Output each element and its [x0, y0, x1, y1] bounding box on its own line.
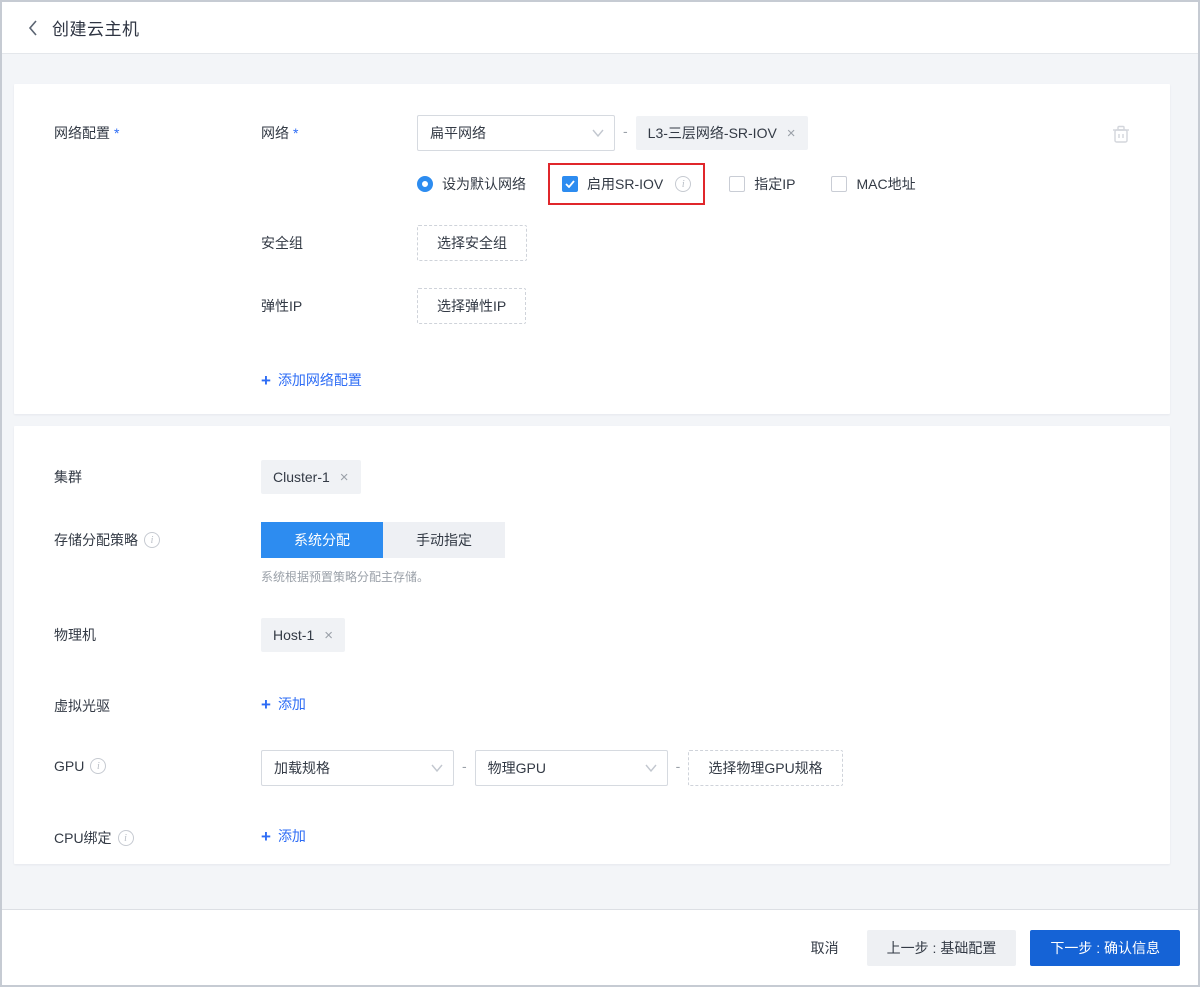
- separator-dash: -: [454, 750, 475, 774]
- prev-step-button[interactable]: 上一步 : 基础配置: [867, 930, 1017, 966]
- cluster-tag: Cluster-1 ×: [261, 460, 361, 494]
- cpu-pinning-info-icon[interactable]: i: [118, 830, 134, 846]
- storage-policy-label: 存储分配策略 i: [54, 522, 261, 550]
- back-icon[interactable]: [23, 18, 43, 38]
- network-row: 网络配置* 网络* 扁平网络 - L3-三层网络-SR-IOV ×: [54, 115, 1130, 151]
- add-network-row: + 添加网络配置: [54, 370, 1130, 390]
- wizard-footer: 取消 上一步 : 基础配置 下一步 : 确认信息: [2, 909, 1198, 985]
- storage-policy-hint: 系统根据预置策略分配主存储。: [261, 568, 505, 585]
- gpu-type-value: 物理GPU: [488, 758, 546, 778]
- mac-address-checkbox[interactable]: [831, 176, 847, 192]
- sriov-info-icon[interactable]: i: [675, 176, 691, 192]
- eip-row: 弹性IP 选择弹性IP: [54, 288, 1130, 324]
- selected-network-tag-label: L3-三层网络-SR-IOV: [648, 123, 777, 143]
- cancel-button[interactable]: 取消: [797, 930, 853, 966]
- specify-ip-checkbox-group[interactable]: 指定IP: [729, 174, 795, 194]
- host-tag-label: Host-1: [273, 627, 314, 643]
- gpu-label: GPU i: [54, 750, 261, 774]
- mac-address-checkbox-group[interactable]: MAC地址: [831, 174, 915, 194]
- default-network-radio-group[interactable]: 设为默认网络: [417, 174, 526, 194]
- chevron-down-icon: [592, 129, 604, 137]
- network-type-value: 扁平网络: [430, 123, 486, 143]
- network-label: 网络*: [261, 115, 417, 143]
- select-security-group-button[interactable]: 选择安全组: [417, 225, 527, 261]
- cdrom-label: 虚拟光驱: [54, 688, 261, 716]
- page-header: 创建云主机: [2, 2, 1198, 54]
- remove-network-tag-icon[interactable]: ×: [787, 126, 796, 141]
- cpu-pinning-row: CPU绑定 i + 添加: [54, 820, 1130, 848]
- plus-icon: +: [261, 696, 271, 713]
- required-mark: *: [293, 125, 298, 141]
- gpu-row: GPU i 加载规格 - 物理GPU - 选择物理GPU规格: [54, 750, 1130, 786]
- default-network-radio[interactable]: [417, 176, 433, 192]
- plus-icon: +: [261, 828, 271, 845]
- default-network-label[interactable]: 设为默认网络: [442, 174, 526, 194]
- next-step-button[interactable]: 下一步 : 确认信息: [1030, 930, 1180, 966]
- sriov-label[interactable]: 启用SR-IOV: [587, 174, 663, 194]
- cpu-pinning-label: CPU绑定 i: [54, 820, 261, 848]
- selected-network-tag: L3-三层网络-SR-IOV ×: [636, 116, 808, 150]
- security-group-label: 安全组: [261, 225, 417, 253]
- network-type-select[interactable]: 扁平网络: [417, 115, 615, 151]
- security-group-row: 安全组 选择安全组: [54, 225, 1130, 261]
- host-row: 物理机 Host-1 ×: [54, 617, 1130, 652]
- gpu-mode-select[interactable]: 加载规格: [261, 750, 454, 786]
- host-label: 物理机: [54, 617, 261, 645]
- tab-system-allocate[interactable]: 系统分配: [261, 522, 383, 558]
- delete-network-config-icon[interactable]: [1112, 124, 1130, 144]
- separator-dash: -: [668, 750, 689, 774]
- remove-host-tag-icon[interactable]: ×: [324, 628, 333, 643]
- required-mark: *: [114, 125, 119, 141]
- gpu-type-select[interactable]: 物理GPU: [475, 750, 668, 786]
- chevron-down-icon: [431, 764, 443, 772]
- add-cpu-pinning-link[interactable]: + 添加: [261, 826, 306, 846]
- create-vm-window: 创建云主机 网络配置* 网络* 扁平网络 - L3-三层网络-SR-IOV ×: [0, 0, 1200, 987]
- network-config-label: 网络配置*: [54, 115, 261, 143]
- sriov-checkbox-group[interactable]: 启用SR-IOV: [562, 174, 663, 194]
- eip-label: 弹性IP: [261, 288, 417, 316]
- select-gpu-spec-button[interactable]: 选择物理GPU规格: [688, 750, 842, 786]
- separator-dash: -: [615, 115, 636, 139]
- mac-address-label[interactable]: MAC地址: [856, 174, 915, 194]
- select-eip-button[interactable]: 选择弹性IP: [417, 288, 526, 324]
- host-tag: Host-1 ×: [261, 618, 345, 652]
- placement-panel: 集群 Cluster-1 × 存储分配策略 i 系统分配 手动指定 系统根据预置…: [14, 426, 1170, 864]
- network-options-row: 设为默认网络 启用SR-IOV i 指定IP MAC地址: [54, 163, 1130, 205]
- chevron-down-icon: [645, 764, 657, 772]
- gpu-info-icon[interactable]: i: [90, 758, 106, 774]
- storage-policy-info-icon[interactable]: i: [144, 532, 160, 548]
- page-title: 创建云主机: [52, 15, 140, 40]
- remove-cluster-tag-icon[interactable]: ×: [340, 470, 349, 485]
- storage-policy-row: 存储分配策略 i 系统分配 手动指定 系统根据预置策略分配主存储。: [54, 522, 1130, 585]
- add-network-config-link[interactable]: + 添加网络配置: [261, 370, 362, 390]
- cdrom-row: 虚拟光驱 + 添加: [54, 688, 1130, 716]
- cluster-label: 集群: [54, 459, 261, 487]
- cluster-tag-label: Cluster-1: [273, 469, 330, 485]
- add-cdrom-link[interactable]: + 添加: [261, 694, 306, 714]
- specify-ip-label[interactable]: 指定IP: [754, 174, 795, 194]
- tab-manual-assign[interactable]: 手动指定: [383, 522, 505, 558]
- storage-policy-tabs: 系统分配 手动指定: [261, 522, 505, 558]
- specify-ip-checkbox[interactable]: [729, 176, 745, 192]
- gpu-mode-value: 加载规格: [274, 758, 330, 778]
- sriov-checkbox[interactable]: [562, 176, 578, 192]
- sriov-highlight-box: 启用SR-IOV i: [548, 163, 705, 205]
- plus-icon: +: [261, 372, 271, 389]
- network-config-panel: 网络配置* 网络* 扁平网络 - L3-三层网络-SR-IOV ×: [14, 84, 1170, 414]
- cluster-row: 集群 Cluster-1 ×: [54, 459, 1130, 494]
